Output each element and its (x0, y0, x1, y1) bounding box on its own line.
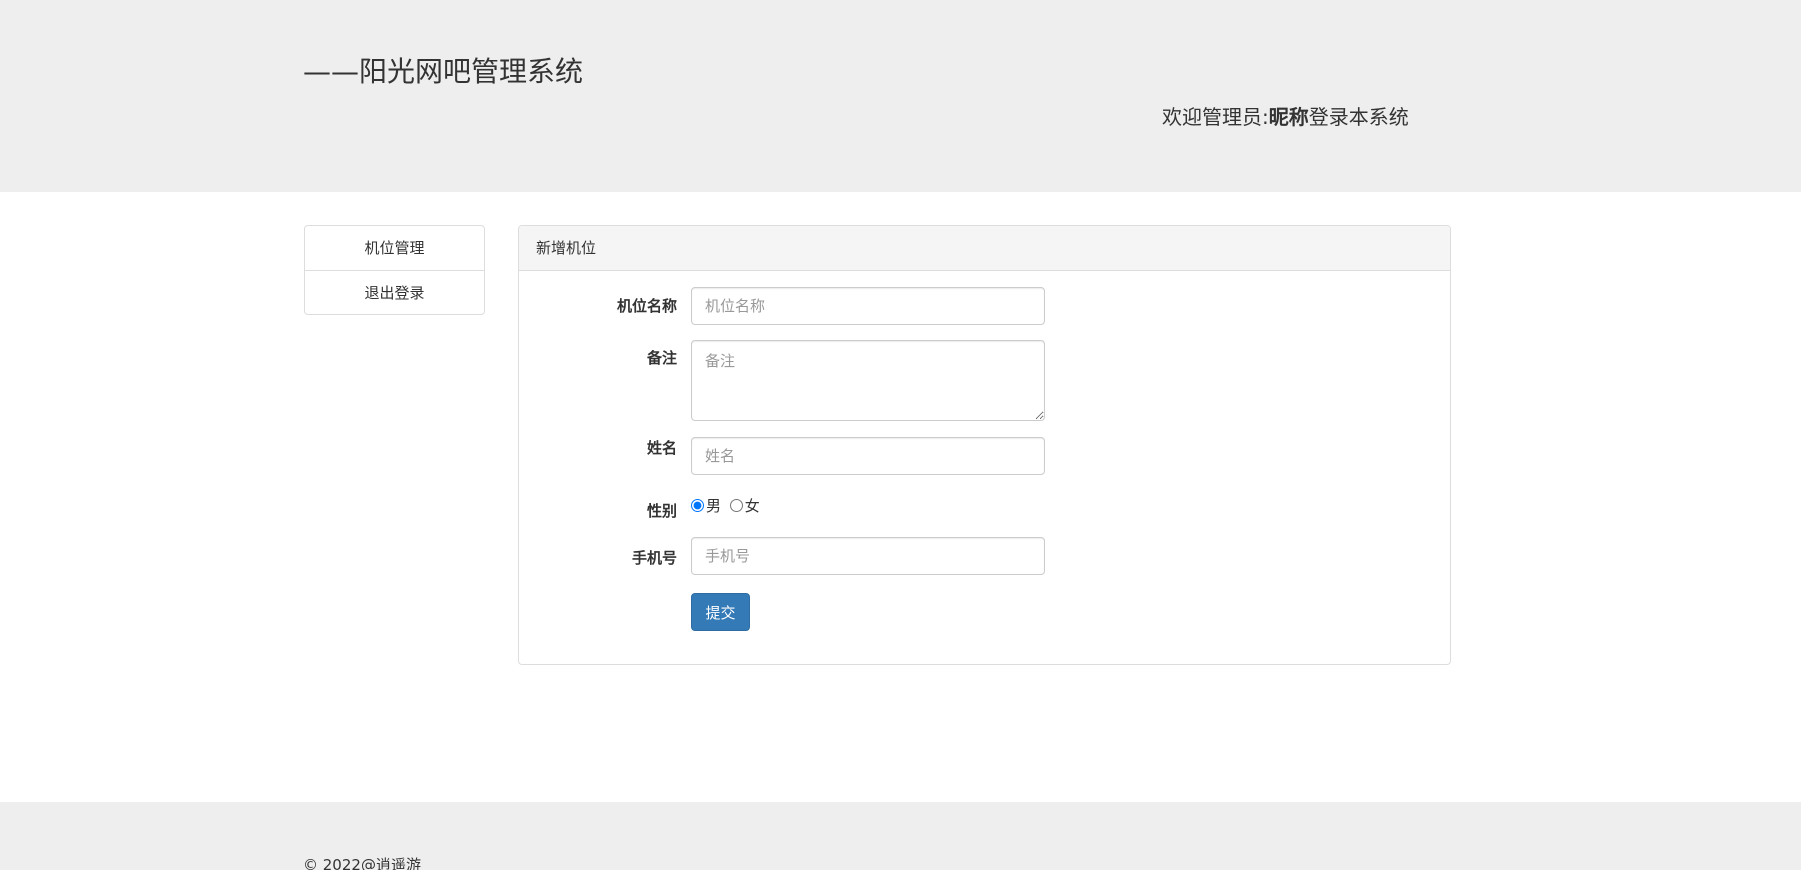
welcome-suffix: 登录本系统 (1308, 105, 1409, 129)
remark-label: 备注 (646, 349, 677, 367)
submit-button[interactable]: 提交 (691, 593, 750, 631)
machine-name-input[interactable] (691, 287, 1045, 325)
add-machine-panel: 新增机位 机位名称 备注 姓名 性别 男 女 手机号 提交 (518, 225, 1451, 665)
panel-title: 新增机位 (519, 226, 1450, 271)
welcome-message: 欢迎管理员:昵称登录本系统 (1162, 102, 1409, 132)
page-header: ——阳光网吧管理系统 欢迎管理员:昵称登录本系统 (0, 0, 1801, 192)
name-input[interactable] (691, 437, 1045, 475)
gender-male-label[interactable]: 男 (706, 497, 721, 515)
copyright-text: © 2022@逍遥游 (303, 856, 421, 870)
gender-male-radio[interactable] (691, 499, 704, 512)
welcome-prefix: 欢迎管理员: (1162, 105, 1269, 129)
gender-female-radio[interactable] (729, 499, 743, 512)
gender-label: 性别 (646, 502, 677, 520)
gender-female-label[interactable]: 女 (745, 497, 760, 515)
name-label: 姓名 (646, 439, 677, 457)
site-title: ——阳光网吧管理系统 (303, 55, 584, 88)
remark-textarea[interactable] (691, 340, 1045, 421)
sidebar-item-logout[interactable]: 退出登录 (305, 270, 484, 314)
admin-nickname: 昵称 (1268, 105, 1309, 129)
gender-radio-group: 男 女 (691, 496, 764, 516)
machine-name-label: 机位名称 (616, 297, 677, 315)
page-footer: © 2022@逍遥游 (0, 802, 1801, 870)
phone-label: 手机号 (631, 549, 677, 567)
sidebar-menu: 机位管理 退出登录 (304, 225, 485, 315)
sidebar-item-machine-management[interactable]: 机位管理 (305, 226, 484, 270)
phone-input[interactable] (691, 537, 1045, 575)
